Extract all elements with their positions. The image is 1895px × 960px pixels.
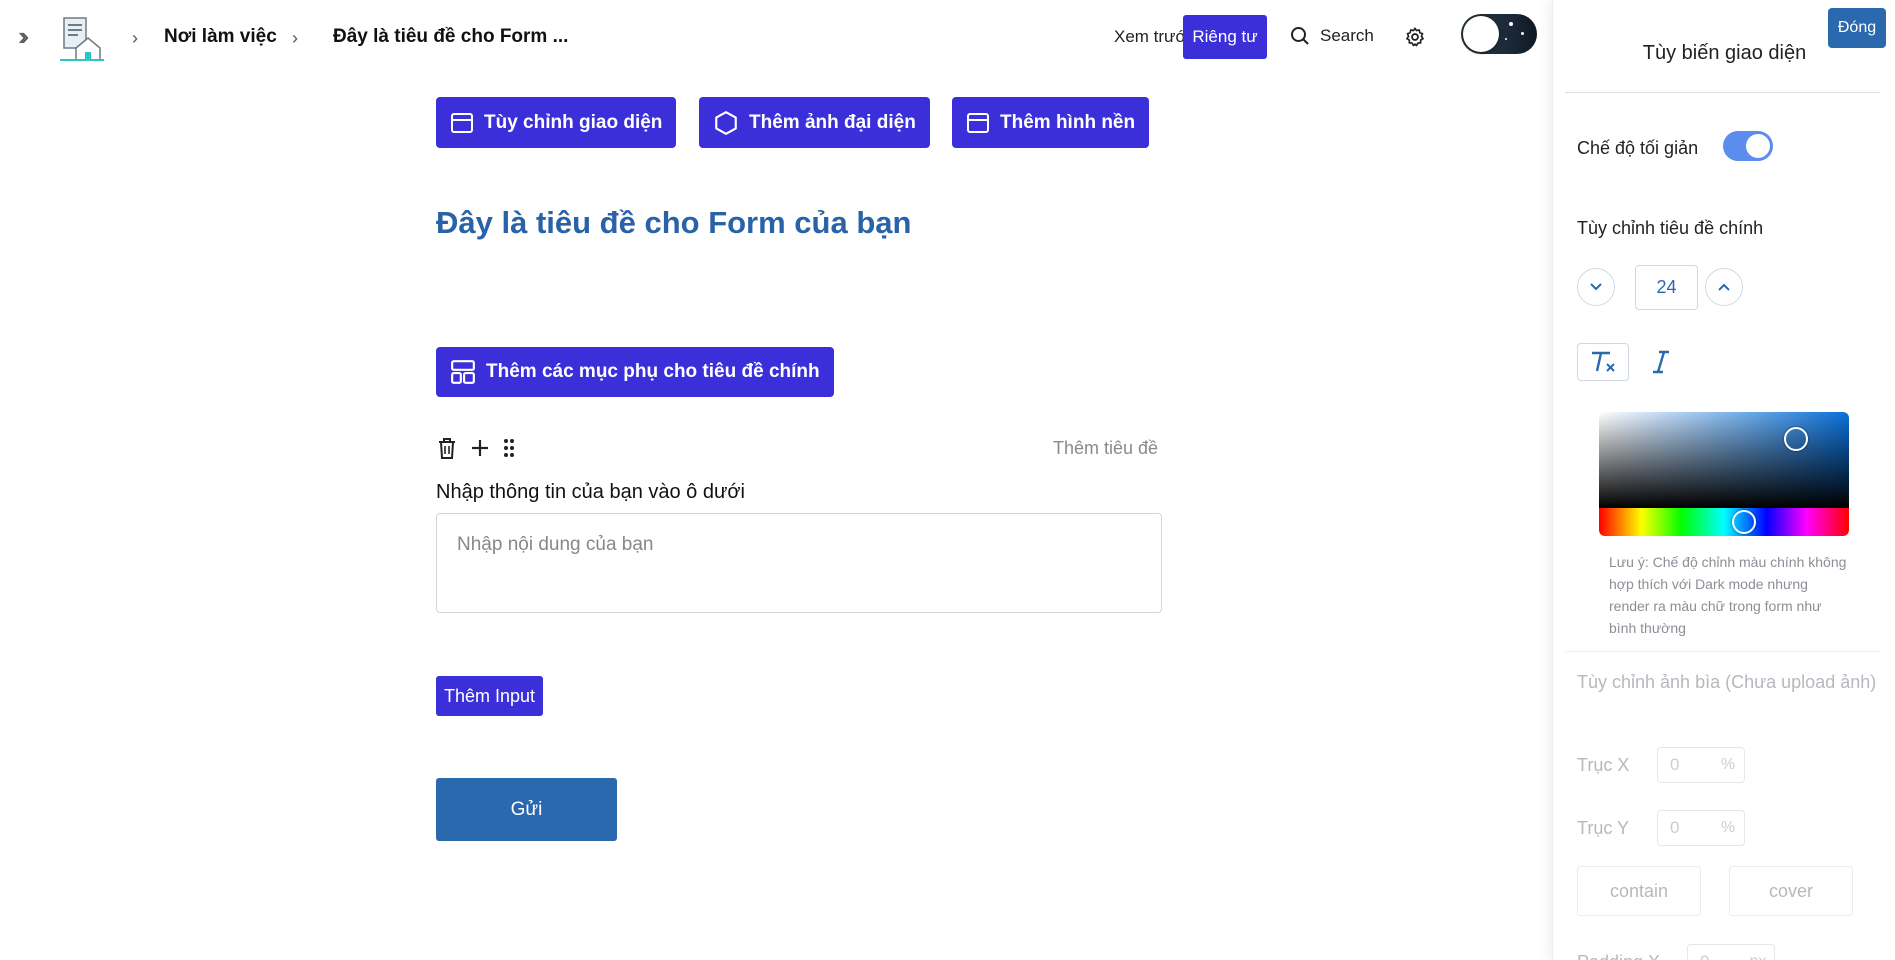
content-input[interactable]: Nhập nội dung của bạn [436, 513, 1162, 613]
axis-x-label: Trục X [1577, 755, 1630, 775]
hexagon-icon [715, 110, 737, 135]
add-background-button[interactable]: Thêm hình nền [952, 97, 1150, 148]
axis-x-value: 0 [1670, 755, 1680, 774]
cover-button[interactable]: cover [1729, 866, 1853, 916]
toggle-knob [1463, 16, 1499, 52]
trash-icon[interactable] [436, 436, 458, 460]
divider [1565, 651, 1880, 652]
form-title[interactable]: Đây là tiêu đề cho Form của bạn [436, 205, 911, 241]
chevron-right-icon: › [292, 28, 298, 48]
axis-y-input[interactable]: 0 % [1657, 810, 1745, 846]
divider [1565, 92, 1880, 93]
close-panel-button[interactable]: Đóng [1828, 8, 1886, 48]
search-icon [1291, 27, 1309, 45]
star-icon [1509, 22, 1513, 26]
drag-handle-icon[interactable] [502, 437, 516, 459]
add-avatar-button[interactable]: Thêm ảnh đại diện [699, 97, 930, 148]
clear-format-icon [1592, 351, 1615, 372]
chevron-right-icon: › [132, 28, 138, 48]
axis-y-value: 0 [1670, 818, 1680, 837]
hue-slider[interactable] [1599, 508, 1849, 536]
field-toolbar [436, 436, 516, 460]
color-note: Lưu ý: Chế độ chỉnh màu chính không hợp … [1609, 554, 1847, 636]
customize-interface-button[interactable]: Tùy chỉnh giao diện [436, 97, 677, 148]
add-subitems-button[interactable]: Thêm các mục phụ cho tiêu đề chính [436, 347, 834, 397]
axis-y-label: Trục Y [1577, 818, 1630, 838]
search-button[interactable]: Search [1290, 26, 1374, 46]
add-subitems-label: Thêm các mục phụ cho tiêu đề chính [486, 361, 820, 382]
axis-x-input[interactable]: 0 % [1657, 747, 1745, 783]
color-picker-handle[interactable] [1784, 427, 1808, 451]
padding-x-value: 0 [1688, 945, 1742, 960]
breadcrumb-form[interactable]: Đây là tiêu đề cho Form ... [333, 26, 568, 48]
star-icon [1521, 32, 1524, 35]
padding-x-label: Padding X [1577, 952, 1660, 960]
font-size-input[interactable]: 24 [1635, 265, 1698, 310]
customize-interface-label: Tùy chỉnh giao diện [484, 111, 663, 133]
contain-button[interactable]: contain [1577, 866, 1701, 916]
add-background-label: Thêm hình nền [1000, 111, 1136, 133]
search-label: Search [1320, 26, 1374, 45]
field-label: Nhập thông tin của bạn vào ô dưới [436, 481, 745, 503]
breadcrumb-workspace[interactable]: Nơi làm việc [164, 26, 277, 48]
layout-icon [967, 112, 989, 133]
minimal-mode-label: Chế độ tối giản [1577, 138, 1699, 158]
gear-icon[interactable] [1404, 26, 1426, 53]
color-saturation-picker[interactable] [1599, 412, 1849, 508]
percent-unit: % [1720, 819, 1736, 836]
switch-knob [1746, 134, 1770, 158]
layout-grid-icon [451, 360, 475, 384]
italic-icon [1653, 350, 1669, 374]
chevron-up-icon [1718, 283, 1730, 291]
decrease-font-button[interactable] [1577, 268, 1615, 306]
customize-panel: Tùy biến giao diện Chế độ tối giản Tùy c… [1552, 0, 1895, 960]
layout-icon [451, 112, 473, 133]
minimal-mode-switch[interactable] [1723, 131, 1773, 161]
padding-x-input[interactable]: 0 px [1687, 944, 1775, 960]
chevron-down-icon [1590, 283, 1602, 291]
private-button[interactable]: Riêng tư [1183, 15, 1267, 59]
submit-button[interactable]: Gửi [436, 778, 617, 841]
italic-button[interactable] [1635, 343, 1687, 381]
hue-slider-handle[interactable] [1732, 510, 1756, 534]
add-title-link[interactable]: Thêm tiêu đề [1053, 438, 1158, 459]
cover-image-label: Tùy chỉnh ảnh bìa (Chưa upload ảnh) [1577, 672, 1877, 692]
clear-format-button[interactable] [1577, 343, 1629, 381]
increase-font-button[interactable] [1705, 268, 1743, 306]
star-icon [1505, 38, 1507, 40]
add-input-button[interactable]: Thêm Input [436, 676, 544, 716]
plus-icon[interactable] [470, 438, 490, 458]
percent-unit: % [1720, 756, 1736, 773]
px-unit: px [1742, 945, 1774, 960]
top-bar: ›› › Nơi làm việc › Đây là tiêu đề cho F… [0, 0, 1552, 76]
title-custom-label: Tùy chỉnh tiêu đề chính [1577, 218, 1764, 238]
expand-sidebar-icon[interactable]: ›› [18, 23, 30, 49]
dark-mode-toggle[interactable] [1461, 14, 1537, 54]
app-logo-icon [56, 14, 108, 64]
add-avatar-label: Thêm ảnh đại diện [749, 111, 916, 133]
